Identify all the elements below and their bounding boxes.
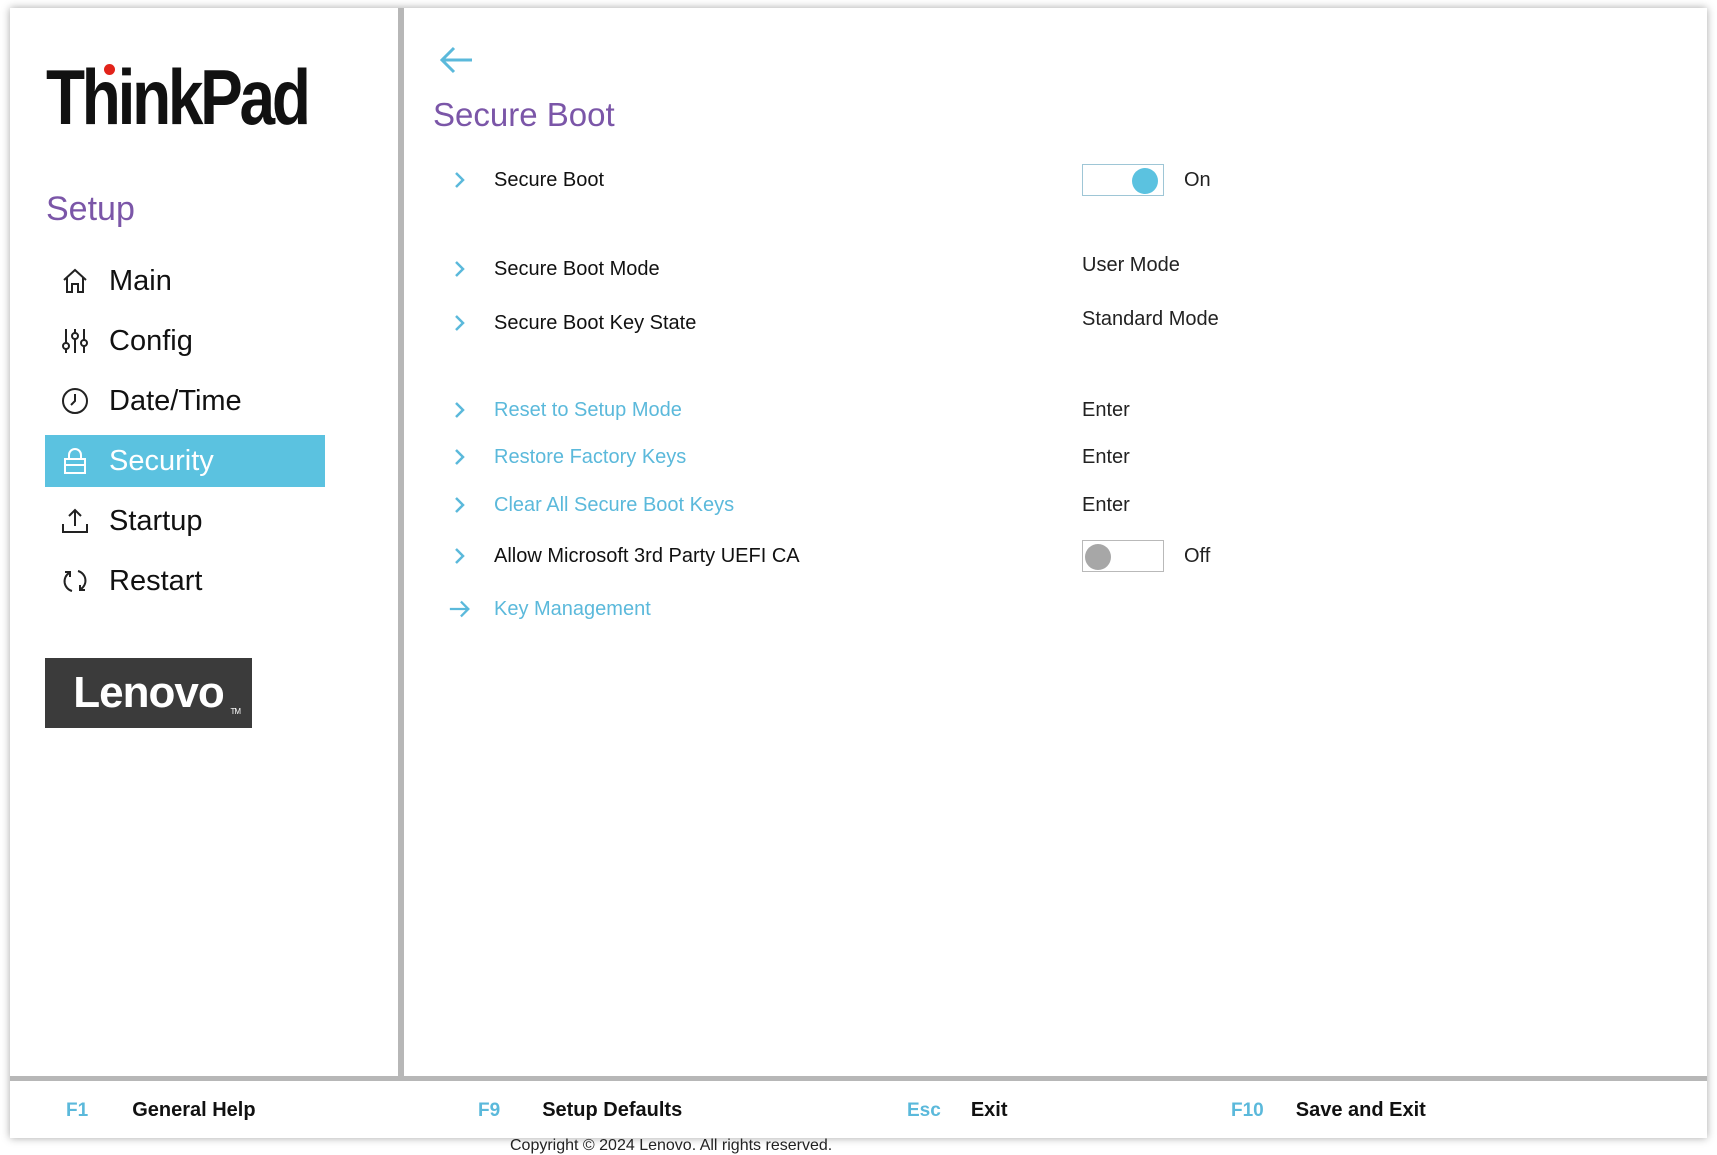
footer-key-label: Setup Defaults — [542, 1099, 683, 1121]
chevron-right-icon — [448, 311, 472, 335]
setting-value: On — [1184, 168, 1211, 191]
sidebar-item-label: Startup — [109, 504, 203, 537]
lenovo-logo: Lenovo TM — [45, 658, 252, 728]
home-icon — [57, 263, 93, 299]
sidebar-heading: Setup — [46, 190, 135, 228]
footer-key-save-and-exit[interactable]: F10 Save and Exit — [1231, 1099, 1426, 1122]
lock-icon — [57, 443, 93, 479]
page-title: Secure Boot — [433, 96, 615, 133]
setting-row-key-management[interactable]: Key Management — [448, 591, 1448, 627]
footer-key-code: F1 — [66, 1100, 89, 1121]
trademark-mark: TM — [230, 707, 241, 716]
back-arrow-icon[interactable] — [436, 40, 476, 80]
chevron-right-icon — [448, 168, 472, 192]
chevron-right-icon — [448, 493, 472, 517]
setting-row-allow-microsoft-3rd-party-uefi-ca[interactable]: Allow Microsoft 3rd Party UEFI CA Off — [448, 538, 1448, 574]
microsoft-uefi-ca-toggle[interactable] — [1082, 540, 1164, 572]
sidebar-item-label: Main — [109, 264, 172, 297]
upload-icon — [57, 503, 93, 539]
setting-label: Key Management — [494, 597, 651, 620]
sidebar-item-label: Security — [109, 444, 214, 477]
chevron-right-icon — [448, 257, 472, 281]
setting-label: Allow Microsoft 3rd Party UEFI CA — [494, 544, 800, 567]
secure-boot-toggle[interactable] — [1082, 164, 1164, 196]
setting-row-secure-boot[interactable]: Secure Boot On — [448, 162, 1448, 198]
setting-row-secure-boot-mode[interactable]: Secure Boot Mode User Mode — [448, 251, 1448, 287]
sidebar-nav: Main Config Date/Time Security Startup R… — [45, 255, 325, 615]
setting-row-reset-to-setup-mode[interactable]: Reset to Setup Mode Enter — [448, 392, 1448, 428]
footer-key-exit[interactable]: Esc Exit — [907, 1099, 1008, 1122]
toggle-knob — [1085, 544, 1111, 570]
lenovo-logo-text: Lenovo — [73, 668, 224, 717]
setting-value: User Mode — [1082, 253, 1180, 276]
setting-value: Enter — [1082, 398, 1130, 421]
thinkpad-logo: ThinkPad — [46, 53, 311, 141]
setting-label: Restore Factory Keys — [494, 445, 687, 468]
clock-icon — [57, 383, 93, 419]
footer-key-code: F9 — [478, 1100, 501, 1121]
chevron-right-icon — [448, 398, 472, 422]
sidebar-item-main[interactable]: Main — [45, 255, 325, 307]
setting-label: Clear All Secure Boot Keys — [494, 493, 735, 516]
setting-label: Secure Boot — [494, 168, 605, 191]
setting-value: Enter — [1082, 445, 1130, 468]
sidebar-item-startup[interactable]: Startup — [45, 495, 325, 547]
sidebar-item-label: Restart — [109, 564, 203, 597]
setting-row-clear-all-secure-boot-keys[interactable]: Clear All Secure Boot Keys Enter — [448, 487, 1448, 523]
setting-value: Standard Mode — [1082, 307, 1219, 330]
footer-key-code: F10 — [1231, 1100, 1264, 1121]
setting-value: Off — [1184, 544, 1211, 567]
sidebar-item-label: Date/Time — [109, 384, 242, 417]
footer-key-help[interactable]: F1 General Help — [66, 1099, 256, 1122]
setting-label: Secure Boot Key State — [494, 311, 697, 334]
footer-key-setup-defaults[interactable]: F9 Setup Defaults — [478, 1099, 682, 1122]
vertical-divider — [398, 8, 404, 1076]
sidebar-item-restart[interactable]: Restart — [45, 555, 325, 607]
footer-bar: F1 General Help F9 Setup Defaults Esc Ex… — [10, 1081, 1707, 1137]
sidebar-item-label: Config — [109, 324, 193, 357]
setting-row-restore-factory-keys[interactable]: Restore Factory Keys Enter — [448, 439, 1448, 475]
footer-key-label: Exit — [970, 1099, 1008, 1121]
restart-icon — [57, 563, 93, 599]
setting-label: Secure Boot Mode — [494, 257, 660, 280]
copyright-text: Copyright © 2024 Lenovo. All rights rese… — [510, 1137, 833, 1154]
sliders-icon — [57, 323, 93, 359]
sidebar-item-config[interactable]: Config — [45, 315, 325, 367]
sidebar-item-security[interactable]: Security — [45, 435, 325, 487]
toggle-knob — [1132, 168, 1158, 194]
chevron-right-icon — [448, 544, 472, 568]
arrow-right-icon — [448, 597, 472, 621]
footer-key-label: Save and Exit — [1295, 1099, 1426, 1121]
footer-key-code: Esc — [907, 1100, 941, 1121]
setting-value: Enter — [1082, 493, 1130, 516]
setting-label: Reset to Setup Mode — [494, 398, 682, 421]
footer-key-label: General Help — [132, 1099, 256, 1121]
sidebar-item-datetime[interactable]: Date/Time — [45, 375, 325, 427]
chevron-right-icon — [448, 445, 472, 469]
setting-row-secure-boot-key-state[interactable]: Secure Boot Key State Standard Mode — [448, 305, 1448, 341]
thinkpad-logo-dot — [104, 64, 115, 75]
